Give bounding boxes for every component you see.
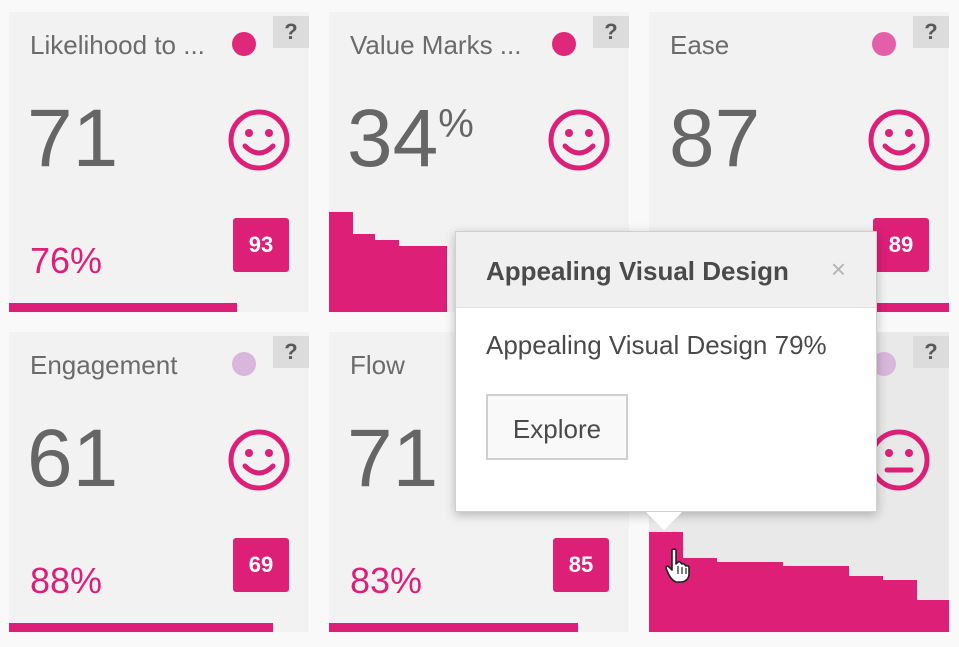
count-badge[interactable]: 85 [553, 538, 609, 592]
distribution-chart[interactable] [649, 522, 949, 632]
happy-face-icon [228, 109, 290, 171]
help-button[interactable]: ? [913, 16, 949, 48]
status-dot [872, 32, 896, 56]
count-badge[interactable]: 93 [233, 218, 289, 272]
help-button[interactable]: ? [273, 16, 309, 48]
count-badge[interactable]: 89 [873, 218, 929, 272]
popover: Appealing Visual Design × Appealing Visu… [455, 231, 877, 530]
card-title: Engagement [30, 350, 178, 380]
score-value: 71 [347, 413, 439, 504]
score-value: 87 [669, 93, 761, 184]
count-badge[interactable]: 69 [233, 538, 289, 592]
card-title: Ease [670, 30, 730, 60]
status-dot [232, 32, 256, 56]
card-likelihood[interactable]: Likelihood to ... ? 71 76% 93 [9, 12, 309, 312]
percent-value: 88% [30, 560, 103, 601]
progress-bar [9, 623, 273, 632]
score-value: 61 [27, 413, 119, 504]
progress-bar [9, 303, 237, 312]
close-icon[interactable]: × [831, 254, 846, 285]
score-number: 34 [347, 93, 439, 184]
progress-bar [329, 623, 578, 632]
score-value: 71 [27, 93, 119, 184]
percent-value: 76% [30, 240, 103, 281]
popover-header: Appealing Visual Design × [456, 232, 876, 308]
happy-face-icon [548, 109, 610, 171]
score-suffix: % [438, 102, 474, 146]
card-title: Value Marks ... [350, 30, 522, 60]
card-title: Flow [350, 350, 405, 380]
score-value: 34% [347, 98, 474, 180]
help-button[interactable]: ? [593, 16, 629, 48]
card-engagement[interactable]: Engagement ? 61 88% 69 [9, 332, 309, 632]
help-button[interactable]: ? [273, 336, 309, 368]
status-dot [232, 352, 256, 376]
percent-value: 83% [350, 560, 423, 601]
popover-title: Appealing Visual Design [486, 256, 789, 286]
hand-cursor-icon [665, 548, 690, 583]
status-dot [552, 32, 576, 56]
popover-arrow [646, 512, 682, 530]
happy-face-icon [868, 109, 930, 171]
help-button[interactable]: ? [913, 336, 949, 368]
popover-text: Appealing Visual Design 79% [486, 330, 827, 360]
happy-face-icon [228, 429, 290, 491]
card-title: Likelihood to ... [30, 30, 205, 60]
explore-button[interactable]: Explore [486, 394, 628, 460]
